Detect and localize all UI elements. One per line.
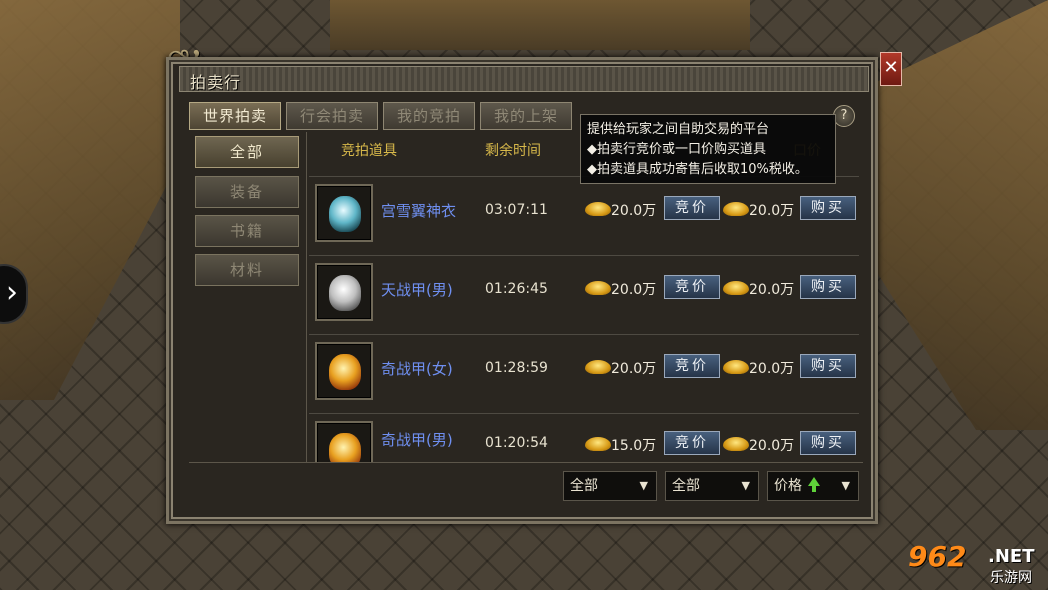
- help-tooltip: 提供给玩家之间自助交易的平台 ◆拍卖行竞价或一口价购买道具 ◆拍卖道具成功寄售后…: [580, 114, 836, 184]
- category-equipment[interactable]: 装备: [195, 176, 299, 208]
- gold-ingot-icon: [723, 202, 749, 216]
- item-name[interactable]: 奇战甲(女): [381, 358, 453, 379]
- table-row[interactable]: 奇战甲(男) 01:20:54 15.0万 竞价 20.0万 购买: [309, 415, 859, 462]
- gold-ingot-icon: [723, 437, 749, 451]
- tooltip-line-3-text: 拍卖道具成功寄售后收取10%税收。: [597, 162, 808, 177]
- sort-value: 价格: [774, 478, 802, 494]
- bid-price: 15.0万: [611, 438, 657, 454]
- armor-icon: [329, 354, 361, 390]
- dialog-title: 拍卖行: [190, 73, 242, 92]
- buy-button[interactable]: 购买: [800, 275, 856, 299]
- item-slot[interactable]: [315, 263, 373, 321]
- item-name[interactable]: 天战甲(男): [381, 279, 453, 300]
- sort-up-arrow-stem: [812, 485, 816, 492]
- buy-button[interactable]: 购买: [800, 354, 856, 378]
- filter-1-value: 全部: [570, 478, 598, 494]
- buy-button[interactable]: 购买: [800, 431, 856, 455]
- filter-bar: 全部 ▼ 全部 ▼ 价格 ▼: [189, 462, 863, 514]
- remaining-time: 03:07:11: [485, 202, 548, 218]
- item-slot[interactable]: [315, 184, 373, 242]
- item-slot[interactable]: [315, 342, 373, 400]
- bid-price: 20.0万: [611, 282, 657, 298]
- title-bar[interactable]: 拍卖行: [179, 66, 869, 92]
- buyout-price: 20.0万: [749, 282, 795, 298]
- table-row[interactable]: 宫雪翼神衣 03:07:11 20.0万 竞价 20.0万 购买: [309, 178, 859, 256]
- tooltip-line-3: ◆拍卖道具成功寄售后收取10%税收。: [587, 160, 829, 180]
- table-row[interactable]: 奇战甲(女) 01:28:59 20.0万 竞价 20.0万 购买: [309, 336, 859, 414]
- buy-button[interactable]: 购买: [800, 196, 856, 220]
- category-all[interactable]: 全部: [195, 136, 299, 168]
- buyout-price: 20.0万: [749, 438, 795, 454]
- armor-icon: [329, 196, 361, 232]
- tab-my-listings[interactable]: 我的上架: [480, 102, 572, 130]
- bid-button[interactable]: 竞价: [664, 275, 720, 299]
- bid-price: 20.0万: [611, 203, 657, 219]
- chevron-down-icon: ▼: [741, 479, 750, 492]
- tab-world-auction[interactable]: 世界拍卖: [189, 102, 281, 130]
- remaining-time: 01:28:59: [485, 360, 548, 376]
- buyout-price: 20.0万: [749, 361, 795, 377]
- tooltip-line-1: 提供给玩家之间自助交易的平台: [587, 122, 770, 137]
- filter-dropdown-2[interactable]: 全部 ▼: [665, 471, 759, 501]
- table-row[interactable]: 天战甲(男) 01:26:45 20.0万 竞价 20.0万 购买: [309, 257, 859, 335]
- filter-2-value: 全部: [672, 478, 700, 494]
- bid-button[interactable]: 竞价: [664, 354, 720, 378]
- gold-ingot-icon: [585, 437, 611, 451]
- tab-guild-auction[interactable]: 行会拍卖: [286, 102, 378, 130]
- bid-button[interactable]: 竞价: [664, 431, 720, 455]
- item-slot[interactable]: [315, 421, 373, 462]
- watermark-sub: 乐游网: [990, 570, 1032, 586]
- category-books[interactable]: 书籍: [195, 215, 299, 247]
- buyout-price: 20.0万: [749, 203, 795, 219]
- help-icon[interactable]: ?: [833, 105, 855, 127]
- filter-dropdown-1[interactable]: 全部 ▼: [563, 471, 657, 501]
- watermark-net: .NET: [988, 546, 1035, 567]
- bid-button[interactable]: 竞价: [664, 196, 720, 220]
- bullet-icon: ◆: [587, 142, 597, 157]
- tooltip-line-2-text: 拍卖行竞价或一口价购买道具: [597, 142, 767, 157]
- close-button[interactable]: ✕: [880, 52, 902, 86]
- gold-ingot-icon: [723, 360, 749, 374]
- armor-icon: [329, 275, 361, 311]
- bullet-icon: ◆: [587, 162, 597, 177]
- chevron-down-icon: ▼: [639, 479, 648, 492]
- watermark-logo: 962: [908, 540, 967, 573]
- remaining-time: 01:26:45: [485, 281, 548, 297]
- tab-my-bids[interactable]: 我的竞拍: [383, 102, 475, 130]
- item-name[interactable]: 宫雪翼神衣: [381, 200, 456, 221]
- armor-icon: [329, 433, 361, 462]
- background-wall-top: [330, 0, 750, 50]
- gold-ingot-icon: [585, 281, 611, 295]
- header-time: 剩余时间: [485, 143, 541, 159]
- gold-ingot-icon: [723, 281, 749, 295]
- tooltip-line-2: ◆拍卖行竞价或一口价购买道具: [587, 140, 829, 160]
- gold-ingot-icon: [585, 202, 611, 216]
- item-name[interactable]: 奇战甲(男): [381, 429, 453, 450]
- gold-ingot-icon: [585, 360, 611, 374]
- sort-dropdown[interactable]: 价格 ▼: [767, 471, 859, 501]
- chevron-down-icon: ▼: [841, 479, 850, 492]
- remaining-time: 01:20:54: [485, 435, 548, 451]
- bid-price: 20.0万: [611, 361, 657, 377]
- header-item: 竞拍道具: [341, 143, 397, 159]
- category-materials[interactable]: 材料: [195, 254, 299, 286]
- site-watermark: 962 .NET 乐游网: [908, 540, 1042, 586]
